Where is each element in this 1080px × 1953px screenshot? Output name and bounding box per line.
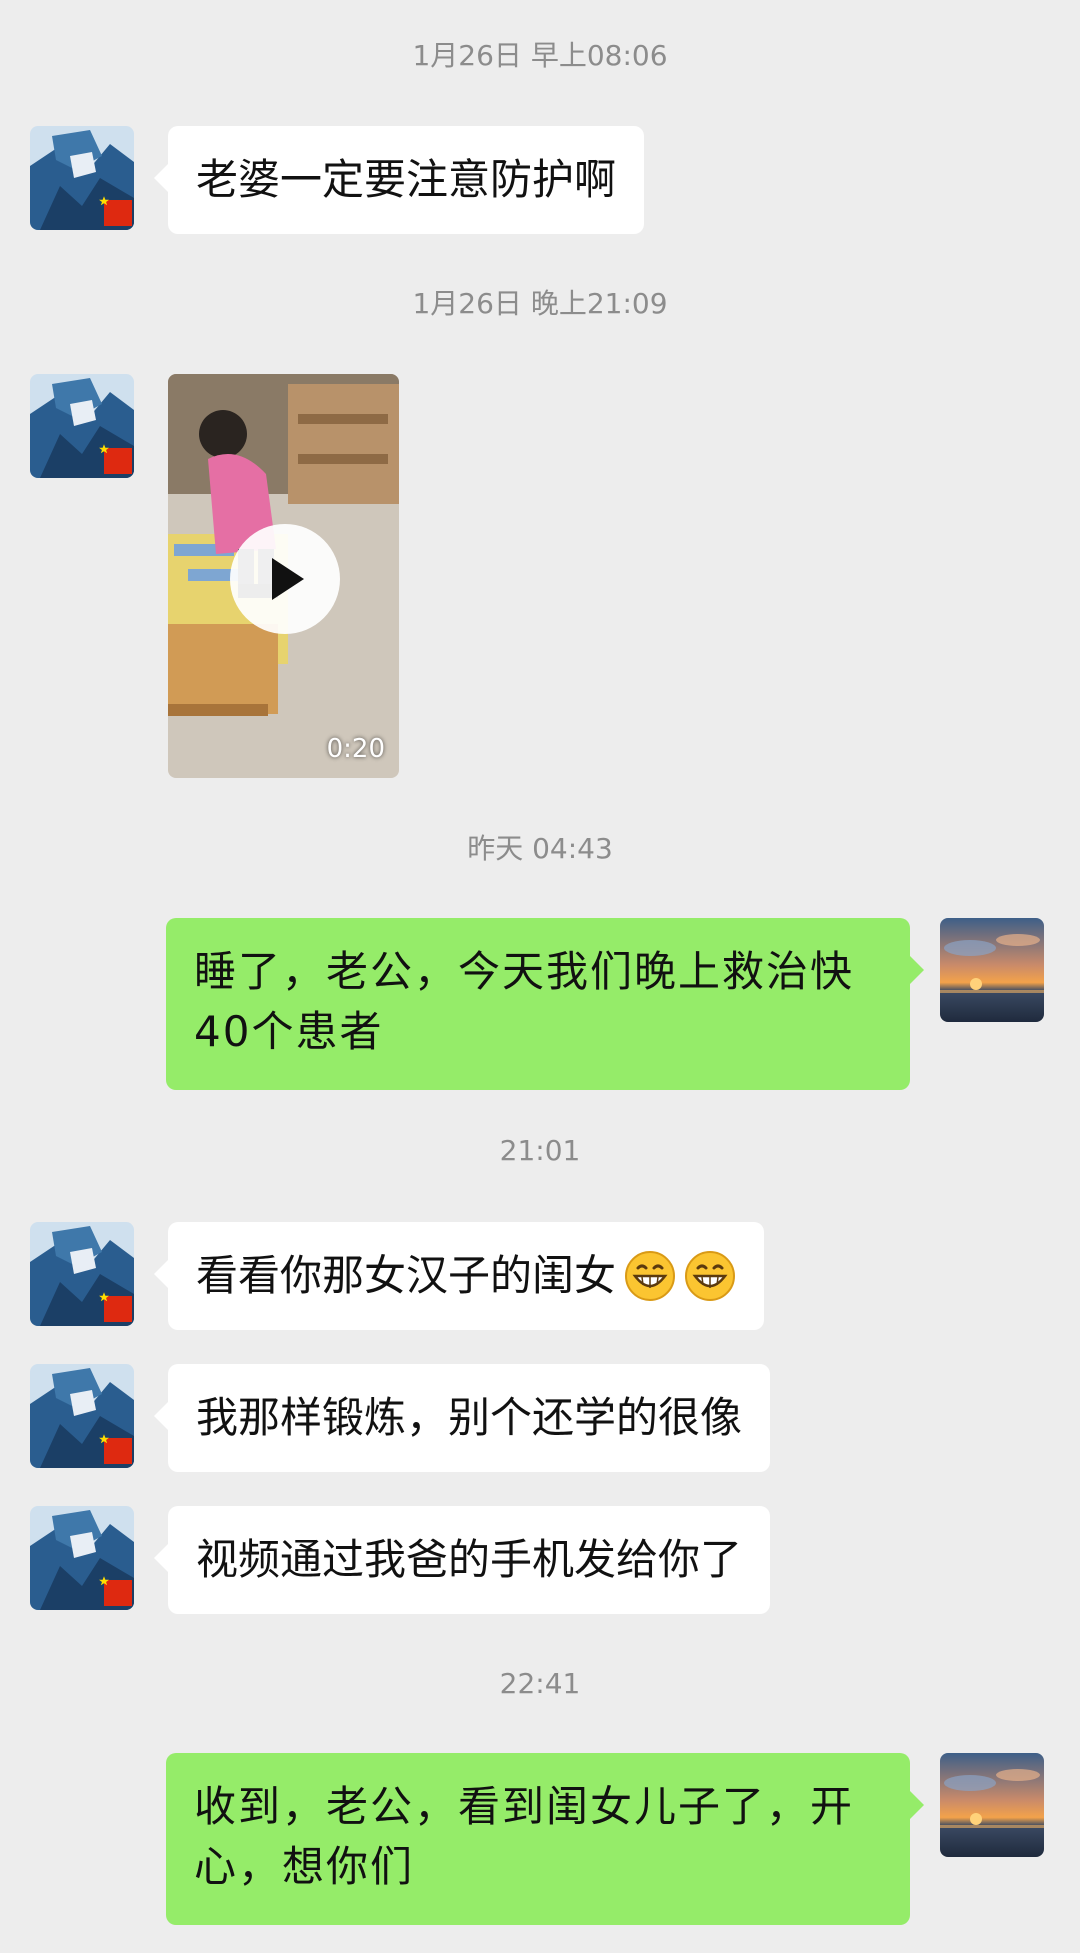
message-text-line: 睡了，老公，今天我们晚上救治快 bbox=[194, 947, 855, 996]
play-icon[interactable] bbox=[230, 524, 340, 634]
timestamp: 21:01 bbox=[499, 1134, 581, 1167]
grin-emoji-icon bbox=[624, 1250, 676, 1302]
timestamp: 昨天 04:43 bbox=[467, 832, 613, 865]
contact-avatar-icon[interactable] bbox=[30, 374, 134, 478]
message-bubble[interactable]: 睡了，老公，今天我们晚上救治快 40个患者 bbox=[166, 918, 924, 1090]
message-text: 老婆一定要注意防护啊 bbox=[196, 155, 617, 204]
contact-avatar-icon[interactable] bbox=[30, 126, 134, 230]
message-bubble[interactable]: 老婆一定要注意防护啊 bbox=[153, 126, 645, 234]
timestamp: 1月26日 早上08:06 bbox=[412, 39, 668, 72]
message-bubble[interactable]: 我那样锻炼，别个还学的很像 bbox=[153, 1364, 771, 1472]
message-text-line: 收到，老公，看到闺女儿子了，开 bbox=[194, 1782, 855, 1831]
message-text: 看看你那女汉子的闺女 bbox=[196, 1251, 617, 1300]
grin-emoji-icon bbox=[684, 1250, 736, 1302]
contact-avatar-icon[interactable] bbox=[30, 1222, 134, 1326]
message-bubble[interactable]: 收到，老公，看到闺女儿子了，开 心，想你们 bbox=[166, 1753, 924, 1925]
message-bubble[interactable]: 看看你那女汉子的闺女 bbox=[153, 1222, 765, 1330]
video-message[interactable]: 0:20 bbox=[168, 374, 399, 778]
video-duration: 0:20 bbox=[326, 734, 385, 764]
contact-avatar-icon[interactable] bbox=[30, 1506, 134, 1610]
message-text-line: 40个患者 bbox=[194, 1007, 384, 1056]
sunset-avatar-icon[interactable] bbox=[940, 1753, 1044, 1857]
message-text: 我那样锻炼，别个还学的很像 bbox=[196, 1393, 743, 1442]
message-text-line: 心，想你们 bbox=[194, 1842, 415, 1891]
message-bubble[interactable]: 视频通过我爸的手机发给你了 bbox=[153, 1506, 771, 1614]
message-text: 视频通过我爸的手机发给你了 bbox=[196, 1535, 743, 1584]
timestamp: 1月26日 晚上21:09 bbox=[412, 287, 668, 320]
timestamp: 22:41 bbox=[499, 1667, 581, 1700]
sunset-avatar-icon[interactable] bbox=[940, 918, 1044, 1022]
contact-avatar-icon[interactable] bbox=[30, 1364, 134, 1468]
